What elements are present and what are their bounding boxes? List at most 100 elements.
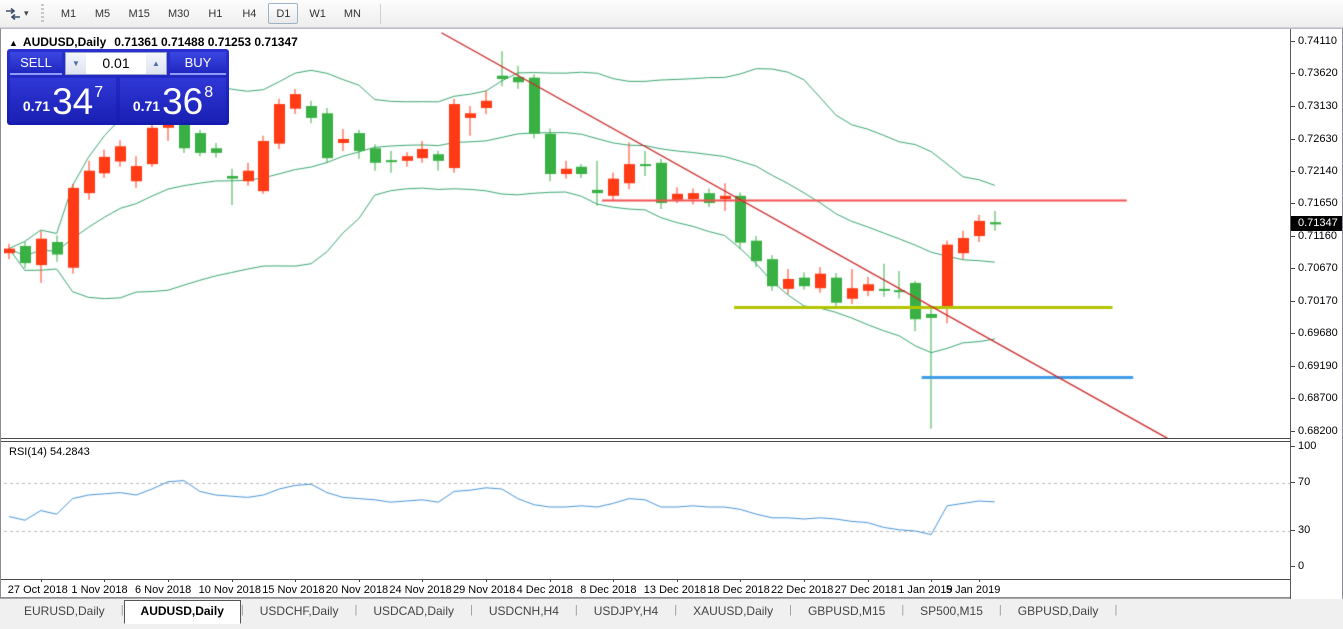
date-axis-tick <box>979 579 980 582</box>
rsi-indicator-label: RSI(14) 54.2843 <box>9 446 90 458</box>
date-axis-label: 27 Dec 2018 <box>835 584 897 596</box>
timeframe-button-h4[interactable]: H4 <box>234 3 264 24</box>
tab-gbpusd-m15[interactable]: GBPUSD,M15 <box>792 601 901 623</box>
date-axis-tick <box>168 579 169 582</box>
chart-symbol-label: AUDUSD,Daily <box>23 35 106 49</box>
date-axis-label: 13 Dec 2018 <box>644 584 706 596</box>
tab-usdcnh-h4[interactable]: USDCNH,H4 <box>473 601 575 623</box>
date-axis-tick <box>931 579 932 582</box>
date-axis-label: 29 Nov 2018 <box>453 584 515 596</box>
price-axis-label: 0.72140 <box>1291 165 1338 177</box>
chart-window: ▲ AUDUSD,Daily 0.71361 0.71488 0.71253 0.7… <box>0 28 1343 598</box>
toolbar-separator <box>380 4 381 24</box>
rsi-name: RSI(14) <box>9 446 47 458</box>
price-axis-label: 0.70670 <box>1291 262 1338 274</box>
tab-eurusd-daily[interactable]: EURUSD,Daily <box>8 601 121 623</box>
one-click-trading-panel: SELL ▼ 0.01 ▲ BUY 0.71 34 7 0.71 36 8 <box>7 49 229 125</box>
rsi-axis-label: 0 <box>1291 560 1304 572</box>
date-axis-label: 8 Dec 2018 <box>580 584 636 596</box>
volume-decrease-button[interactable]: ▼ <box>66 53 86 74</box>
price-axis-label: 0.69190 <box>1291 360 1338 372</box>
timeframe-button-m30[interactable]: M30 <box>161 3 196 24</box>
timeframe-button-m15[interactable]: M15 <box>122 3 157 24</box>
tab-usdcad-daily[interactable]: USDCAD,Daily <box>357 601 470 623</box>
rsi-axis-label: 100 <box>1291 440 1316 452</box>
date-axis-tick <box>613 579 614 582</box>
tab-gbpusd-daily[interactable]: GBPUSD,Daily <box>1002 601 1115 623</box>
timeframe-button-mn[interactable]: MN <box>337 3 368 24</box>
price-axis[interactable]: 0.74110 0.73620 0.73130 0.72630 0.72140 0.716… <box>1290 29 1342 599</box>
collapse-triangle-icon[interactable]: ▲ <box>9 38 18 48</box>
date-axis-label: 4 Dec 2018 <box>517 584 573 596</box>
date-axis-label: 24 Nov 2018 <box>389 584 451 596</box>
date-axis-label: 15 Nov 2018 <box>262 584 324 596</box>
price-axis-label: 0.73620 <box>1291 67 1338 79</box>
price-axis-label: 0.69680 <box>1291 327 1338 339</box>
price-axis-label: 0.74110 <box>1291 35 1337 47</box>
rsi-current-value: 54.2843 <box>50 446 90 458</box>
date-axis-tick <box>295 579 296 582</box>
volume-stepper: ▼ 0.01 ▲ <box>65 52 167 75</box>
sell-button[interactable]: SELL <box>10 52 62 75</box>
price-axis-label: 0.72630 <box>1291 133 1338 145</box>
price-axis-label: 0.71160 <box>1291 230 1337 242</box>
date-axis-tick <box>868 579 869 582</box>
price-axis-label: 0.68700 <box>1291 392 1338 404</box>
tab-sp500-m15[interactable]: SP500,M15 <box>904 601 999 623</box>
tab-usdchf-daily[interactable]: USDCHF,Daily <box>244 601 355 623</box>
date-axis-label: 5 Jan 2019 <box>946 584 1000 596</box>
timeframe-button-m5[interactable]: M5 <box>88 3 118 24</box>
date-axis-tick <box>359 579 360 582</box>
tab-audusd-daily[interactable]: AUDUSD,Daily <box>124 600 241 624</box>
buy-price-pip: 8 <box>204 84 213 102</box>
buy-price-big-digits: 36 <box>162 85 203 118</box>
date-axis-tick <box>550 579 551 582</box>
date-axis-label: 6 Nov 2018 <box>135 584 191 596</box>
sell-price-display[interactable]: 0.71 34 7 <box>10 78 116 122</box>
price-axis-label: 0.73130 <box>1291 100 1338 112</box>
sell-price-prefix: 0.71 <box>23 98 50 114</box>
tab-usdjpy-h4[interactable]: USDJPY,H4 <box>578 601 674 623</box>
sell-price-pip: 7 <box>94 84 103 102</box>
timeframe-button-group: M1M5M15M30H1H4D1W1MN <box>52 3 370 24</box>
timeframe-button-m1[interactable]: M1 <box>54 3 84 24</box>
volume-increase-button[interactable]: ▲ <box>146 53 166 74</box>
date-axis-label: 10 Nov 2018 <box>199 584 261 596</box>
chart-periods-icon[interactable]: ▾ <box>0 5 33 23</box>
date-axis-label: 1 Jan 2019 <box>898 584 952 596</box>
date-axis-tick <box>804 579 805 582</box>
volume-input[interactable]: 0.01 <box>86 53 146 74</box>
date-axis[interactable]: 27 Oct 20181 Nov 20186 Nov 201810 Nov 20… <box>1 579 1292 599</box>
rsi-indicator-canvas[interactable] <box>4 442 1292 579</box>
toolbar-grip <box>41 4 44 24</box>
tab-xauusd-daily[interactable]: XAUUSD,Daily <box>677 601 789 623</box>
date-axis-tick <box>677 579 678 582</box>
timeframe-button-h1[interactable]: H1 <box>200 3 230 24</box>
chart-title: ▲ AUDUSD,Daily 0.71361 0.71488 0.71253 0.7… <box>9 35 298 49</box>
price-axis-label: 0.71650 <box>1291 197 1338 209</box>
date-axis-tick <box>740 579 741 582</box>
date-axis-tick <box>41 579 42 582</box>
chart-ohlc-values: 0.71361 0.71488 0.71253 0.71347 <box>114 35 298 49</box>
chart-tab-bar: EURUSD,Daily|AUDUSD,Daily|USDCHF,Daily|U… <box>0 598 1343 629</box>
current-price-tag: 0.71347 <box>1291 216 1342 231</box>
date-axis-tick <box>104 579 105 582</box>
double-arrow-icon <box>4 7 22 21</box>
date-axis-tick <box>486 579 487 582</box>
buy-button[interactable]: BUY <box>170 52 226 75</box>
date-axis-tick <box>232 579 233 582</box>
price-axis-label: 0.68200 <box>1291 425 1338 437</box>
timeframe-button-w1[interactable]: W1 <box>302 3 333 24</box>
rsi-axis-label: 70 <box>1291 476 1310 488</box>
tab-separator: | <box>1114 604 1117 616</box>
date-axis-tick <box>422 579 423 582</box>
pane-divider[interactable] <box>1 438 1342 442</box>
timeframe-button-d1[interactable]: D1 <box>268 3 298 24</box>
date-axis-label: 18 Dec 2018 <box>707 584 769 596</box>
buy-price-display[interactable]: 0.71 36 8 <box>120 78 226 122</box>
price-axis-label: 0.70170 <box>1291 295 1338 307</box>
dropdown-caret-icon[interactable]: ▾ <box>24 8 29 19</box>
rsi-axis-label: 30 <box>1291 524 1310 536</box>
date-axis-label: 27 Oct 2018 <box>8 584 68 596</box>
date-axis-label: 20 Nov 2018 <box>326 584 388 596</box>
